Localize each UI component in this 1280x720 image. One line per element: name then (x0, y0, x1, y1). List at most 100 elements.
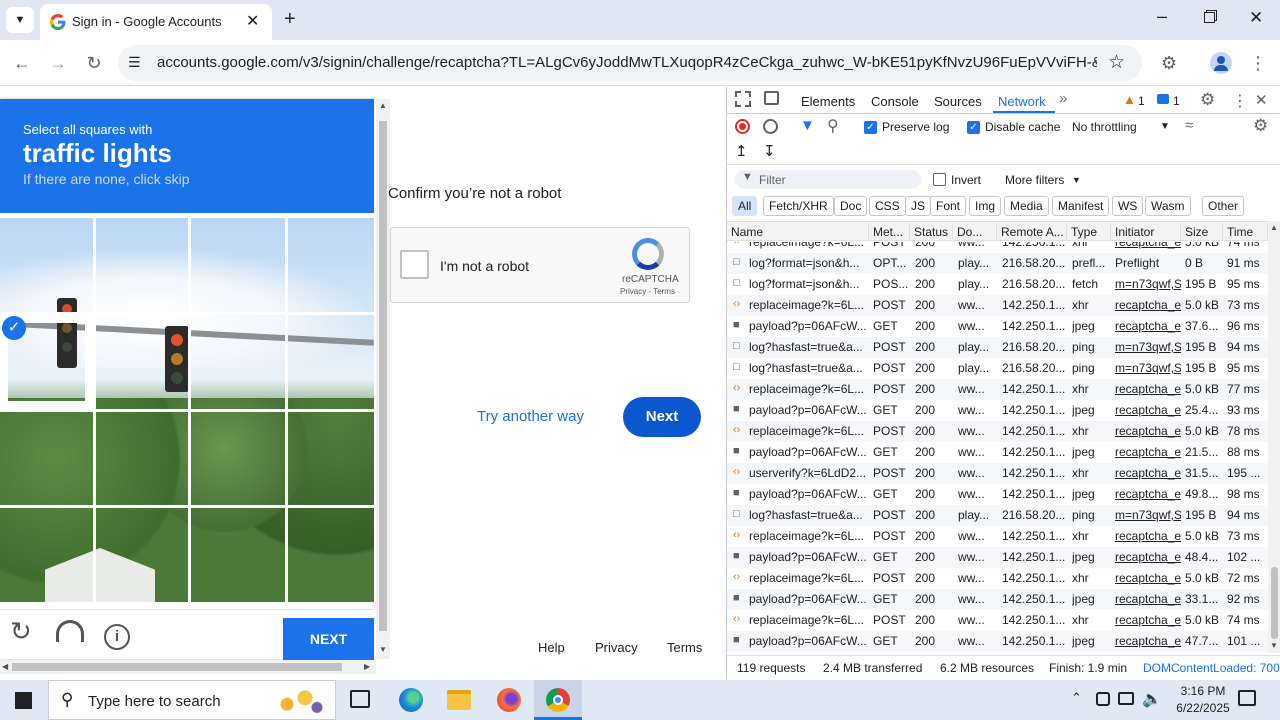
reload-challenge-icon[interactable]: ↻ (10, 616, 32, 647)
col-cell-initiator[interactable]: recaptcha_e (1115, 298, 1181, 312)
captcha-tile[interactable] (288, 218, 374, 312)
filter-wasm[interactable]: Wasm (1145, 196, 1191, 216)
network-request-row[interactable]: □ log?hasfast=true&a... POST 200 play... 216.… (727, 505, 1268, 526)
col-cell-initiator[interactable]: recaptcha_e (1115, 445, 1181, 459)
site-info-icon[interactable]: ☰ (128, 54, 141, 71)
windows-start-icon[interactable] (15, 692, 32, 709)
network-conditions-icon[interactable]: ≈ (1185, 117, 1193, 134)
network-request-row[interactable]: ■ payload?p=06AFcW... GET 200 ww... 142.250.1… (727, 316, 1268, 337)
chrome-taskbar-button[interactable] (534, 680, 582, 720)
network-request-row[interactable]: □ log?format=json&h... OPT... 200 play... 216… (727, 253, 1268, 274)
tab-elements[interactable]: Elements (801, 94, 855, 109)
network-settings-icon[interactable]: ⚙ (1253, 116, 1268, 136)
challenge-scrollbar[interactable]: ▲ ▼ (376, 99, 390, 659)
preserve-log-checkbox[interactable]: ✓ (864, 121, 877, 134)
col-cell-initiator[interactable]: recaptcha_e (1115, 382, 1181, 396)
network-scrollbar[interactable]: ▲ ▼ (1268, 221, 1280, 653)
network-tray-icon[interactable] (1118, 692, 1134, 705)
extensions-icon[interactable]: ⚙ (1155, 49, 1183, 77)
reload-icon[interactable]: ↻ (80, 49, 108, 77)
settings-gear-icon[interactable]: ⚙ (1200, 90, 1215, 110)
throttling-chevron-icon[interactable]: ▼ (1160, 121, 1170, 132)
col-cell-initiator[interactable]: recaptcha_e (1115, 487, 1181, 501)
network-request-row[interactable]: ■ payload?p=06AFcW... GET 200 ww... 142.250.1… (727, 442, 1268, 463)
info-icon[interactable]: i (104, 624, 130, 650)
col-cell-initiator[interactable]: recaptcha_e (1115, 550, 1181, 564)
network-request-row[interactable]: ‹› replaceimage?k=6L... POST 200 ww... 142.25… (727, 568, 1268, 589)
col-cell-initiator[interactable]: recaptcha_e (1115, 613, 1181, 627)
tray-camera-icon[interactable] (1096, 692, 1110, 706)
col-size[interactable]: Size (1181, 223, 1223, 241)
notification-icon[interactable] (1238, 690, 1256, 706)
disable-cache-checkbox[interactable]: ✓ (967, 121, 980, 134)
col-cell-initiator[interactable]: Preflight (1115, 256, 1181, 270)
profile-avatar[interactable] (1207, 49, 1235, 77)
import-har-icon[interactable]: ↥ (735, 142, 748, 160)
more-tabs-icon[interactable]: » (1059, 90, 1067, 107)
tab-network[interactable]: Network (998, 94, 1046, 109)
clock-time[interactable]: 3:16 PM (1173, 684, 1233, 698)
col-cell-initiator[interactable]: m=n73qwf,S (1115, 340, 1181, 354)
col-cell-initiator[interactable]: recaptcha_e (1115, 403, 1181, 417)
col-status[interactable]: Status (910, 223, 953, 241)
audio-challenge-icon[interactable] (56, 620, 84, 642)
col-method[interactable]: Met... (869, 223, 910, 241)
restore-icon[interactable] (1204, 12, 1215, 23)
signin-next-button[interactable]: Next (623, 397, 701, 437)
filter-js[interactable]: JS (905, 196, 932, 216)
col-cell-initiator[interactable]: recaptcha_e (1115, 319, 1181, 333)
warning-icon[interactable]: ▲ (1123, 92, 1136, 107)
col-cell-initiator[interactable]: recaptcha_e (1115, 592, 1181, 606)
filter-font[interactable]: Font (930, 196, 967, 216)
col-type[interactable]: Type (1067, 223, 1111, 241)
col-cell-initiator[interactable]: m=n73qwf,S (1115, 508, 1181, 522)
clock-date[interactable]: 6/22/2025 (1167, 701, 1239, 715)
captcha-next-button[interactable]: NEXT (283, 618, 374, 660)
show-hidden-icons[interactable]: ⌃ (1071, 690, 1082, 706)
network-request-row[interactable]: ‹› replaceimage?k=6L... POST 200 ww... 142.25… (727, 526, 1268, 547)
back-icon[interactable]: ← (8, 49, 36, 77)
task-view-icon[interactable] (350, 690, 370, 708)
filter-fetch-xhr[interactable]: Fetch/XHR (763, 196, 834, 216)
filter-manifest[interactable]: Manifest (1052, 196, 1110, 216)
throttling-select[interactable]: No throttling (1072, 120, 1137, 134)
more-filters-dropdown[interactable]: More filters (1005, 173, 1064, 187)
network-request-row[interactable]: □ log?format=json&h... POS... 200 play... 216… (727, 274, 1268, 295)
filter-other[interactable]: Other (1202, 196, 1245, 216)
filter-css[interactable]: CSS (869, 196, 906, 216)
invert-checkbox[interactable] (933, 173, 946, 186)
challenge-hscrollbar[interactable]: ◀ ▶ (0, 660, 376, 674)
filter-input[interactable]: ▼ Filter (735, 170, 921, 189)
network-request-row[interactable]: ■ payload?p=06AFcW... GET 200 ww... 142.250.1… (727, 484, 1268, 505)
filter-funnel-icon[interactable]: ▼ (800, 117, 815, 134)
network-request-row[interactable]: ‹› userverify?k=6LdD2... POST 200 ww... 142.2… (727, 463, 1268, 484)
tab-close-icon[interactable]: ✕ (246, 11, 259, 31)
devtools-close-icon[interactable]: ✕ (1255, 91, 1268, 109)
network-request-row[interactable]: ‹› replaceimage?k=6L... POST 200 ww... 142.25… (727, 379, 1268, 400)
footer-privacy-link[interactable]: Privacy (595, 640, 638, 655)
filter-all[interactable]: All (732, 196, 758, 216)
col-time[interactable]: Time (1223, 223, 1268, 241)
col-cell-initiator[interactable]: recaptcha_e (1115, 571, 1181, 585)
network-request-row[interactable]: ‹› replaceimage?k=6L... POST 200 ww... 142.25… (727, 610, 1268, 631)
col-name[interactable]: Name (727, 223, 869, 241)
file-explorer-icon[interactable] (447, 690, 471, 710)
col-remote[interactable]: Remote A... (997, 223, 1067, 241)
search-icon[interactable]: ⚲ (827, 116, 839, 136)
network-request-row[interactable]: ‹› replaceimage?k=6L... POST 200 ww... 142.25… (727, 295, 1268, 316)
filter-img[interactable]: Img (969, 196, 1002, 216)
try-another-way-link[interactable]: Try another way (477, 408, 584, 425)
more-filters-chevron-icon[interactable]: ▼ (1072, 175, 1081, 185)
devtools-menu-icon[interactable]: ⋮ (1232, 91, 1248, 111)
close-window-icon[interactable]: ✕ (1249, 8, 1263, 28)
firefox-icon[interactable] (497, 688, 521, 712)
col-cell-initiator[interactable]: m=n73qwf,S (1115, 361, 1181, 375)
col-cell-initiator[interactable]: recaptcha_e (1115, 529, 1181, 543)
footer-terms-link[interactable]: Terms (667, 640, 702, 655)
filter-media[interactable]: Media (1004, 196, 1049, 216)
network-request-row[interactable]: ■ payload?p=06AFcW... GET 200 ww... 142.250.1… (727, 547, 1268, 568)
col-cell-initiator[interactable]: recaptcha_e (1115, 242, 1181, 249)
address-bar[interactable]: ☰ accounts.google.com/v3/signin/challeng… (118, 45, 1142, 81)
tab-sources[interactable]: Sources (934, 94, 982, 109)
browser-tab[interactable]: Sign in - Google Accounts ✕ (40, 4, 272, 40)
